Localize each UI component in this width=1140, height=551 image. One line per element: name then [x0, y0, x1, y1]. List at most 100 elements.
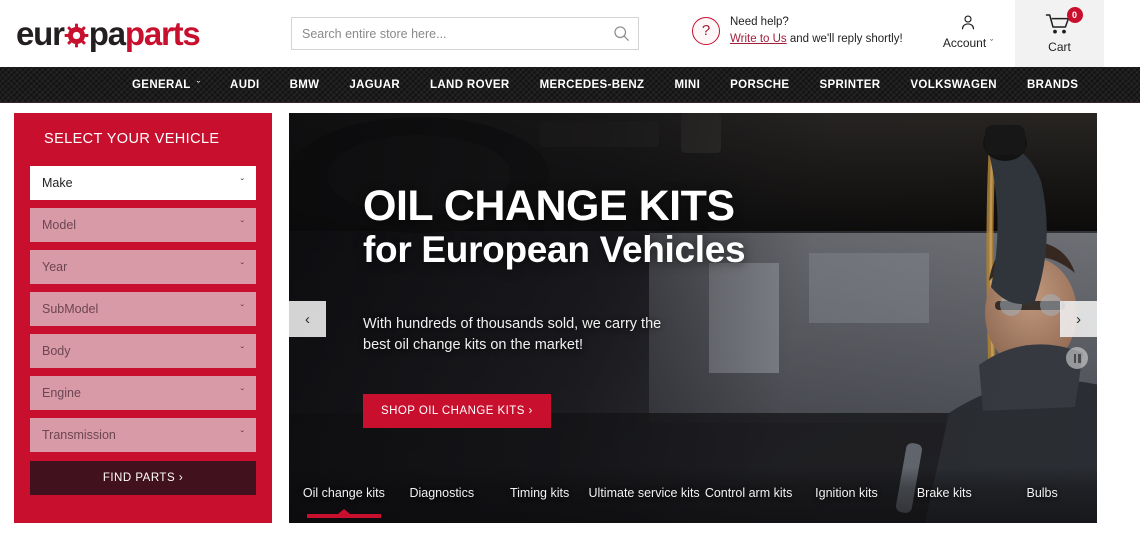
hero-tab-label: Control arm kits [704, 486, 793, 500]
logo-text-part3: parts [124, 15, 201, 52]
main-navigation: GENERAL ˇ AUDI BMW JAGUAR LAND ROVER MERCEDES-… [0, 67, 1140, 103]
vehicle-select-submodel: SubModel ˇ [30, 292, 256, 326]
search-button[interactable] [604, 18, 638, 49]
write-to-us-link[interactable]: Write to Us [730, 33, 787, 45]
vehicle-select-make[interactable]: Make ˇ [30, 166, 256, 200]
nav-item-general[interactable]: GENERAL ˇ [132, 79, 200, 91]
account-menu[interactable]: Account ˇ [934, 13, 1002, 50]
vehicle-select-label: SubModel [42, 302, 99, 316]
chevron-down-icon: ˇ [196, 79, 201, 90]
hero-tab-label: Bulbs [1026, 486, 1058, 500]
carousel-prev-button[interactable]: ‹ [289, 301, 326, 337]
cart-button[interactable]: 0 Cart [1015, 0, 1104, 67]
logo-gear-icon [64, 23, 89, 48]
nav-item-label: AUDI [230, 78, 260, 91]
nav-item-label: PORSCHE [730, 78, 790, 91]
vehicle-select-label: Year [42, 260, 68, 274]
vehicle-select-label: Model [42, 218, 77, 232]
chevron-down-icon: ˇ [990, 38, 994, 48]
shop-oil-change-kits-button[interactable]: SHOP OIL CHANGE KITS › [363, 393, 551, 428]
pause-icon-bar-right [1078, 353, 1081, 363]
help-line-1: Need help? [730, 16, 789, 28]
vehicle-select-engine: Engine ˇ [30, 376, 256, 410]
chevron-down-icon: ˇ [240, 429, 244, 441]
hero-tab-ultimate-service-kits[interactable]: Ultimate service kits [589, 486, 700, 504]
chevron-down-icon: ˇ [240, 345, 244, 357]
carousel-next-button[interactable]: › [1060, 301, 1097, 337]
hero-description: With hundreds of thousands sold, we carr… [363, 315, 662, 353]
search-icon [613, 26, 629, 41]
site-logo[interactable]: eur pa parts [16, 15, 201, 52]
cart-count-badge: 0 [1066, 7, 1083, 23]
site-header: eur paparts ? Need [0, 0, 1140, 67]
nav-item-audi[interactable]: AUDI [230, 79, 260, 91]
cart-icon-wrap: 0 [1045, 7, 1083, 37]
chevron-down-icon: ˇ [240, 177, 244, 189]
account-label: Account ˇ [943, 36, 993, 50]
nav-item-label: SPRINTER [819, 78, 881, 91]
nav-item-jaguar[interactable]: JAGUAR [349, 79, 400, 91]
page-root: eur paparts ? Need [0, 0, 1140, 551]
vehicle-select-label: Transmission [42, 428, 116, 442]
vehicle-select-label: Body [42, 344, 71, 358]
hero-tab-ignition-kits[interactable]: Ignition kits [798, 486, 896, 504]
hero-copy: OIL CHANGE KITS for European Vehicles Wi… [363, 185, 793, 428]
hero-carousel: OIL CHANGE KITS for European Vehicles Wi… [289, 113, 1097, 523]
logo-text-part2: pa [88, 15, 126, 52]
chevron-down-icon: ˇ [240, 219, 244, 231]
hero-headline: OIL CHANGE KITS [363, 182, 735, 230]
nav-item-label: BRANDS [1026, 78, 1079, 91]
cart-label: Cart [1048, 40, 1071, 54]
vehicle-select-label: Make [42, 176, 73, 190]
nav-item-label: BMW [289, 78, 320, 91]
carousel-pause-button[interactable] [1066, 347, 1088, 369]
vehicle-select-transmission: Transmission ˇ [30, 418, 256, 452]
nav-item-bmw[interactable]: BMW [290, 79, 320, 91]
help-block: ? Need help? Write to Us and we'll reply… [692, 14, 903, 47]
vehicle-selector-title: SELECT YOUR VEHICLE [44, 131, 220, 147]
hero-tab-diagnostics[interactable]: Diagnostics [393, 486, 491, 504]
hero-tab-label: Oil change kits [302, 486, 385, 500]
nav-item-label: MINI [674, 78, 701, 91]
account-text: Account [942, 36, 987, 50]
logo-text-part1: eur [16, 15, 65, 52]
chevron-down-icon: ˇ [240, 303, 244, 315]
nav-item-mercedes-benz[interactable]: MERCEDES-BENZ [540, 79, 645, 91]
hero-tab-bulbs[interactable]: Bulbs [993, 486, 1091, 504]
vehicle-select-model: Model ˇ [30, 208, 256, 242]
search-bar[interactable] [291, 17, 639, 50]
nav-item-brands[interactable]: BRANDS [1027, 79, 1078, 91]
nav-item-land-rover[interactable]: LAND ROVER [430, 79, 510, 91]
nav-item-label: MERCEDES-BENZ [539, 78, 645, 91]
nav-item-porsche[interactable]: PORSCHE [730, 79, 789, 91]
nav-item-label: VOLKSWAGEN [910, 78, 997, 91]
vehicle-selector-panel: SELECT YOUR VEHICLE Make ˇ Model ˇ Year ˇ SubM… [14, 113, 272, 523]
hero-tab-timing-kits[interactable]: Timing kits [491, 486, 589, 504]
hero-tab-label: Diagnostics [409, 486, 475, 500]
hero-tab-label: Ignition kits [815, 486, 878, 500]
nav-item-label: JAGUAR [349, 78, 401, 91]
nav-item-label: LAND ROVER [430, 78, 510, 91]
vehicle-selector-fields: Make ˇ Model ˇ Year ˇ SubModel ˇ Body ˇ Engine ˇ Tra… [30, 166, 256, 452]
hero-tab-oil-change-kits[interactable]: Oil change kits [295, 486, 393, 518]
hero-category-tabs: Oil change kits Diagnostics Timing kits Ult… [289, 467, 1097, 523]
nav-item-volkswagen[interactable]: VOLKSWAGEN [910, 79, 997, 91]
find-parts-button[interactable]: FIND PARTS › [30, 461, 256, 495]
search-input[interactable] [292, 26, 604, 41]
help-text: Need help? Write to Us and we'll reply s… [730, 14, 903, 47]
chevron-down-icon: ˇ [240, 261, 244, 273]
help-line-2-rest: and we'll reply shortly! [786, 32, 903, 45]
nav-item-mini[interactable]: MINI [674, 79, 700, 91]
hero-tab-brake-kits[interactable]: Brake kits [895, 486, 993, 504]
vehicle-select-label: Engine [42, 386, 81, 400]
hero-tab-control-arm-kits[interactable]: Control arm kits [700, 486, 798, 504]
user-icon [961, 15, 975, 30]
nav-item-sprinter[interactable]: SPRINTER [819, 79, 880, 91]
hero-subheadline: for European Vehicles [363, 229, 746, 270]
content-area: SELECT YOUR VEHICLE Make ˇ Model ˇ Year ˇ SubM… [0, 103, 1140, 523]
hero-tab-label: Ultimate service kits [588, 486, 700, 500]
hero-tab-label: Timing kits [509, 486, 570, 500]
hero-tab-label: Brake kits [916, 486, 972, 500]
pause-icon-bar-left [1073, 353, 1076, 363]
nav-item-label: GENERAL [132, 78, 191, 91]
